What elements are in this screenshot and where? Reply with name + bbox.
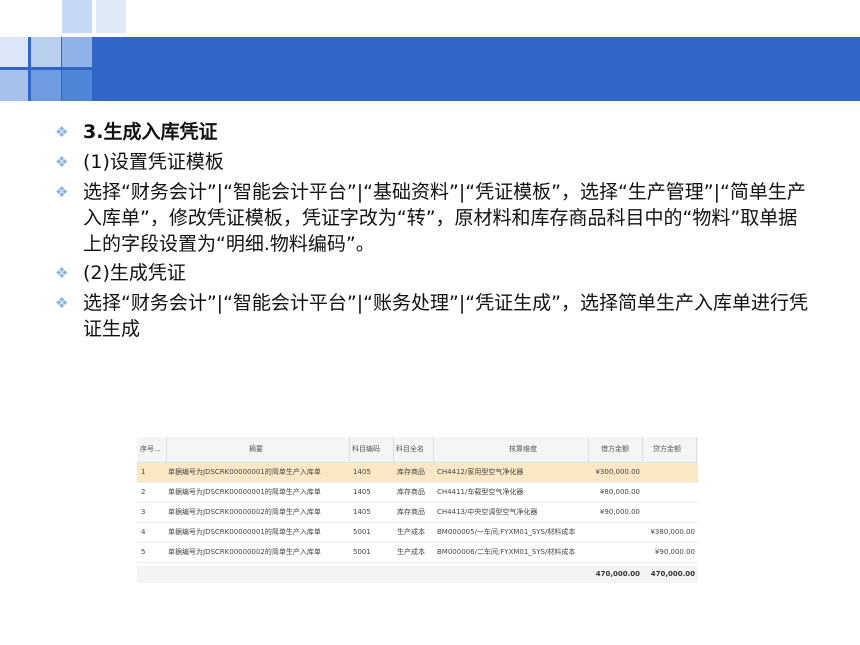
header-decor-square [62, 37, 92, 67]
header-credit[interactable]: 贷方金额 [653, 437, 681, 462]
cell-summary: 单据编号为JDSCRK00000001的简单生产入库单 [168, 468, 321, 476]
table-header-row: 序号... 摘要 科目编码 科目全名 核算维度 借方金额 贷方金额 [137, 437, 698, 463]
diamond-bullet-icon: ❖ [55, 183, 69, 201]
cell-account-code: 1405 [353, 508, 371, 516]
header-dimension[interactable]: 核算维度 [509, 437, 537, 462]
header-debit[interactable]: 借方金额 [601, 437, 629, 462]
header-account-code[interactable]: 科目编码 [352, 437, 380, 462]
cell-seq: 2 [141, 488, 146, 496]
cell-account-code: 5001 [353, 548, 371, 556]
column-divider[interactable] [393, 437, 394, 462]
column-divider[interactable] [166, 437, 167, 462]
cell-account-name: 库存商品 [397, 488, 425, 496]
bullet-item: ❖ (2)生成凭证 [55, 260, 815, 287]
bullet-list: ❖ 3.生成入库凭证 ❖ (1)设置凭证模板 ❖ 选择“财务会计”|“智能会计平… [55, 119, 815, 345]
header-summary[interactable]: 摘要 [249, 437, 263, 462]
header-decor-square [31, 70, 61, 101]
totals-row: 470,000.00 470,000.00 [137, 566, 698, 583]
table-row[interactable]: 3 单据编号为JDSCRK00000002的简单生产入库单 1405 库存商品 … [137, 503, 698, 523]
cell-seq: 5 [141, 548, 146, 556]
cell-account-name: 库存商品 [397, 468, 425, 476]
diamond-bullet-icon: ❖ [55, 264, 69, 282]
column-divider[interactable] [588, 437, 589, 462]
cell-dimension: BM000005/一车间;FYXM01_SYS/材料成本 [437, 528, 576, 536]
cell-account-name: 库存商品 [397, 508, 425, 516]
column-divider[interactable] [433, 437, 434, 462]
header-decor-square [0, 37, 28, 67]
cell-summary: 单据编号为JDSCRK00000001的简单生产入库单 [168, 488, 321, 496]
total-credit: 470,000.00 [650, 570, 695, 578]
cell-dimension: CH4412/家用型空气净化器 [437, 468, 524, 476]
cell-summary: 单据编号为JDSCRK00000002的简单生产入库单 [168, 508, 321, 516]
cell-debit: ¥80,000.00 [599, 488, 640, 496]
cell-summary: 单据编号为JDSCRK00000002的简单生产入库单 [168, 548, 321, 556]
table-row[interactable]: 4 单据编号为JDSCRK00000001的简单生产入库单 5001 生产成本 … [137, 523, 698, 543]
cell-seq: 1 [141, 468, 146, 476]
cell-account-code: 5001 [353, 528, 371, 536]
cell-dimension: CH4413/中央空调型空气净化器 [437, 508, 538, 516]
header-decor-square [0, 70, 28, 101]
cell-credit: ¥90,000.00 [654, 548, 695, 556]
table-row[interactable]: 1 单据编号为JDSCRK00000001的简单生产入库单 1405 库存商品 … [137, 463, 698, 483]
cell-dimension: BM000006/二车间;FYXM01_SYS/材料成本 [437, 548, 576, 556]
header-decor-square [31, 37, 61, 67]
bullet-text: 选择“财务会计”|“智能会计平台”|“基础资料”|“凭证模板”，选择“生产管理”… [83, 181, 806, 255]
bullet-text: 3.生成入库凭证 [83, 121, 218, 143]
cell-account-name: 生产成本 [397, 548, 425, 556]
column-divider[interactable] [696, 437, 697, 462]
cell-dimension: CH4411/车载型空气净化器 [437, 488, 524, 496]
total-debit: 470,000.00 [595, 570, 640, 578]
cell-account-code: 1405 [353, 468, 371, 476]
bullet-text: 选择“财务会计”|“智能会计平台”|“账务处理”|“凭证生成”，选择简单生产入库… [83, 292, 808, 340]
cell-summary: 单据编号为JDSCRK00000001的简单生产入库单 [168, 528, 321, 536]
cell-account-code: 1405 [353, 488, 371, 496]
diamond-bullet-icon: ❖ [55, 153, 69, 171]
cell-seq: 4 [141, 528, 146, 536]
header-band [0, 37, 860, 101]
column-divider[interactable] [642, 437, 643, 462]
table-row[interactable]: 5 单据编号为JDSCRK00000002的简单生产入库单 5001 生产成本 … [137, 543, 698, 563]
bullet-item: ❖ 3.生成入库凭证 [55, 119, 815, 146]
bullet-text: (1)设置凭证模板 [83, 151, 224, 173]
header-seq[interactable]: 序号... [140, 437, 161, 462]
header-decor-square [96, 0, 126, 33]
cell-account-name: 生产成本 [397, 528, 425, 536]
cell-credit: ¥380,000.00 [650, 528, 695, 536]
bullet-text: (2)生成凭证 [83, 262, 186, 284]
diamond-bullet-icon: ❖ [55, 294, 69, 312]
bullet-item: ❖ 选择“财务会计”|“智能会计平台”|“基础资料”|“凭证模板”，选择“生产管… [55, 179, 815, 257]
cell-seq: 3 [141, 508, 146, 516]
header-account-name[interactable]: 科目全名 [396, 437, 424, 462]
diamond-bullet-icon: ❖ [55, 123, 69, 141]
cell-debit: ¥90,000.00 [599, 508, 640, 516]
column-divider[interactable] [349, 437, 350, 462]
header-decor-square [62, 0, 92, 33]
bullet-item: ❖ (1)设置凭证模板 [55, 149, 815, 176]
voucher-table: 序号... 摘要 科目编码 科目全名 核算维度 借方金额 贷方金额 1 单据编号… [137, 437, 698, 583]
bullet-item: ❖ 选择“财务会计”|“智能会计平台”|“账务处理”|“凭证生成”，选择简单生产… [55, 290, 815, 342]
cell-debit: ¥300,000.00 [595, 468, 640, 476]
header-decor-square [62, 70, 92, 101]
table-row[interactable]: 2 单据编号为JDSCRK00000001的简单生产入库单 1405 库存商品 … [137, 483, 698, 503]
